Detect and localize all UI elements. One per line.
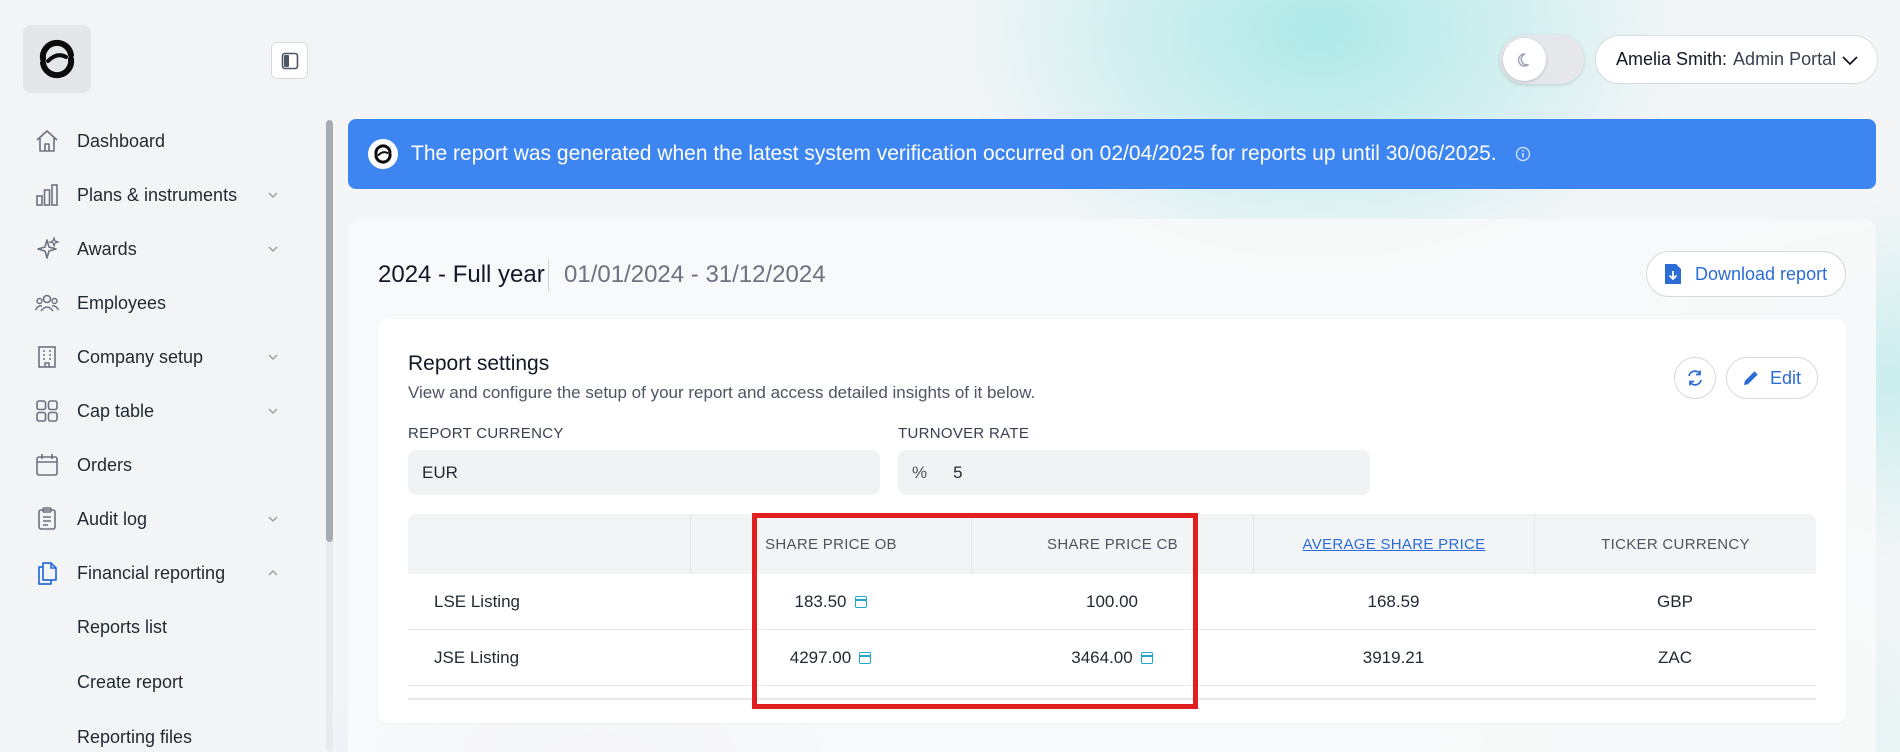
bar-chart-icon: [33, 181, 61, 209]
banner-text: The report was generated when the latest…: [411, 142, 1497, 165]
sidebar-item-label: Cap table: [77, 400, 155, 421]
sidebar-item-label: Company setup: [77, 346, 204, 367]
column-header-average-share-price[interactable]: AVERAGE SHARE PRICE: [1253, 514, 1534, 574]
logo-icon: [39, 39, 75, 79]
sidebar-item-label: Orders: [77, 454, 133, 475]
sidebar-item-audit-log[interactable]: Audit log: [0, 492, 318, 546]
sidebar-item-cap-table[interactable]: Cap table: [0, 384, 318, 438]
sidebar-item-dashboard[interactable]: Dashboard: [0, 114, 318, 168]
sidebar-nav: Dashboard Plans & instruments Awards Emp…: [0, 114, 318, 752]
brand-icon: [368, 139, 398, 169]
grid-icon: [33, 397, 61, 425]
info-icon[interactable]: [1515, 146, 1531, 162]
dark-mode-toggle[interactable]: [1500, 35, 1584, 84]
period-title: 2024 - Full year: [378, 261, 545, 288]
chevron-down-icon: [268, 246, 278, 253]
edit-label: Edit: [1770, 367, 1802, 388]
sidebar-scrollbar[interactable]: [326, 120, 333, 542]
toggle-knob: [1503, 38, 1546, 81]
sidebar-item-label: Plans & instruments: [77, 184, 238, 205]
currency-label: REPORT CURRENCY: [408, 425, 564, 442]
users-icon: [33, 289, 61, 317]
ticker-currency-cell: GBP: [1657, 592, 1693, 611]
settings-title: Report settings: [408, 352, 550, 375]
sidebar-item-label: Awards: [77, 238, 137, 259]
average-share-price-cell: 3919.21: [1362, 648, 1425, 667]
download-report-label: Download report: [1695, 263, 1828, 284]
chevron-down-icon: [268, 192, 278, 199]
home-icon: [33, 127, 61, 155]
turnover-rate-value: 5: [953, 462, 963, 482]
listing-name: JSE Listing: [434, 648, 520, 667]
settings-description: View and configure the setup of your rep…: [408, 383, 1036, 402]
moon-icon: [1517, 52, 1529, 67]
sidebar-item-label: Employees: [77, 292, 167, 313]
documents-icon: [33, 559, 61, 587]
chevron-down-icon: [268, 408, 278, 415]
user-menu[interactable]: Amelia Smith: Admin Portal: [1595, 35, 1878, 84]
portal-name: Admin Portal: [1733, 49, 1837, 69]
ticker-currency-cell: ZAC: [1658, 648, 1692, 667]
average-share-price-cell: 168.59: [1367, 592, 1420, 611]
turnover-label: TURNOVER RATE: [898, 425, 1030, 442]
column-header-name: [408, 514, 690, 574]
sidebar-item-awards[interactable]: Awards: [0, 222, 318, 276]
sidebar-item-label: Financial reporting: [77, 562, 226, 583]
chevron-down-icon: [268, 516, 278, 523]
column-header-ticker-currency: TICKER CURRENCY: [1534, 514, 1816, 574]
edit-button[interactable]: Edit: [1726, 357, 1818, 399]
app-logo[interactable]: [23, 25, 91, 93]
user-name: Amelia Smith:: [1616, 49, 1728, 69]
sidebar-subitem-reports-list[interactable]: Reports list: [0, 600, 318, 655]
chevron-down-icon: [268, 354, 278, 361]
listing-name: LSE Listing: [434, 592, 520, 611]
report-currency-value: EUR: [422, 462, 458, 482]
download-report-button[interactable]: Download report: [1646, 251, 1846, 297]
pencil-icon: [1744, 371, 1758, 385]
sidebar-subitem-create-report[interactable]: Create report: [0, 655, 318, 710]
clipboard-icon: [33, 505, 61, 533]
sidebar-item-orders[interactable]: Orders: [0, 438, 318, 492]
sidebar-item-label: Dashboard: [77, 130, 166, 151]
turnover-rate-field[interactable]: % 5: [898, 450, 1370, 495]
sparkles-icon: [33, 235, 61, 263]
sidebar-panel-icon: [281, 52, 298, 69]
calendar-icon: [33, 451, 61, 479]
building-icon: [33, 343, 61, 371]
verification-banner: The report was generated when the latest…: [348, 119, 1876, 189]
report-currency-field[interactable]: EUR: [408, 450, 880, 495]
chevron-up-icon: [268, 569, 278, 576]
period-range: 01/01/2024 - 31/12/2024: [564, 261, 826, 288]
highlight-box: [752, 513, 1198, 709]
sidebar-item-plans[interactable]: Plans & instruments: [0, 168, 318, 222]
refresh-button[interactable]: [1674, 357, 1716, 399]
chevron-down-icon: [1842, 56, 1858, 66]
sidebar-item-financial-reporting[interactable]: Financial reporting: [0, 546, 318, 600]
sidebar-collapse-button[interactable]: [271, 42, 308, 79]
percent-prefix: %: [912, 462, 928, 482]
sidebar: Dashboard Plans & instruments Awards Emp…: [0, 0, 330, 752]
sidebar-subitem-reporting-files[interactable]: Reporting files: [0, 710, 318, 752]
period-divider: [548, 259, 549, 291]
file-download-icon: [1665, 264, 1681, 284]
sidebar-item-company-setup[interactable]: Company setup: [0, 330, 318, 384]
sidebar-item-employees[interactable]: Employees: [0, 276, 318, 330]
sidebar-item-label: Audit log: [77, 508, 148, 529]
refresh-icon: [1688, 370, 1702, 386]
